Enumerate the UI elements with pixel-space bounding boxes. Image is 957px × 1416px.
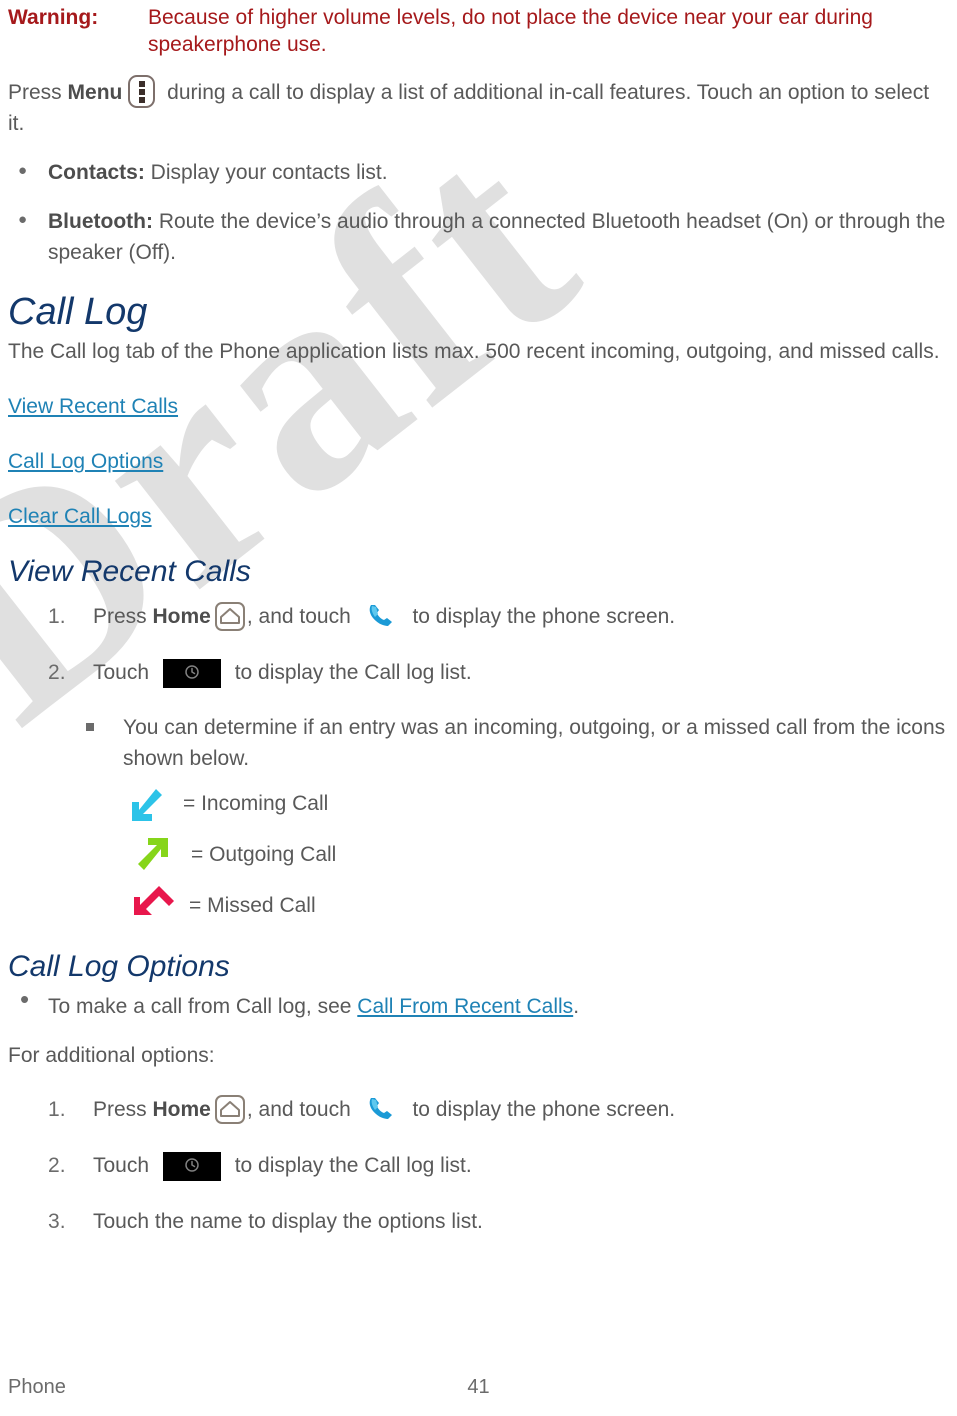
page-footer: Phone 41 <box>8 1376 949 1410</box>
list-item: Press Home , and touch to display the pho… <box>8 1093 949 1127</box>
menu-options-list: Contacts: Display your contacts list. Bl… <box>8 155 949 268</box>
list-item: Contacts: Display your contacts list. <box>8 155 949 188</box>
call-type-legend: = Incoming Call = Outgoing Call = Missed… <box>8 778 949 931</box>
missed-call-icon <box>129 885 177 927</box>
bullet-text: To make a call from Call log, see <box>48 995 358 1018</box>
step-text: , and touch <box>246 605 357 628</box>
section-heading-call-log-options: Call Log Options <box>8 950 230 983</box>
menu-keyword: Menu <box>67 81 123 104</box>
step-text: to display the Call log list. <box>228 1154 472 1177</box>
call-log-options-steps: Press Home , and touch to display the pho… <box>8 1093 949 1239</box>
call-log-intro: The Call log tab of the Phone applicatio… <box>8 340 940 363</box>
step-text: , and touch <box>246 1098 357 1121</box>
menu-option-desc: Display your contacts list. <box>144 161 388 184</box>
menu-intro-before: Press <box>8 81 68 104</box>
toc-link-row: Call Log Options <box>8 446 949 477</box>
link-call-from-recent-calls[interactable]: Call From Recent Calls <box>357 995 573 1018</box>
list-item: Touch to display the Call log list. <box>8 656 949 690</box>
step-text: to display the Call log list. <box>228 661 472 684</box>
list-item: To make a call from Call log, see Call F… <box>8 984 949 1022</box>
legend-label: = Missed Call <box>189 893 316 917</box>
call-log-clock-icon[interactable] <box>162 1152 221 1181</box>
legend-label: = Incoming Call <box>183 791 329 815</box>
toc-link-row: Clear Call Logs <box>8 501 949 532</box>
link-clear-call-logs[interactable]: Clear Call Logs <box>8 505 152 528</box>
menu-icon <box>128 75 156 108</box>
warning-block: Warning: Because of higher volume levels… <box>8 0 949 58</box>
step-text: Touch <box>93 661 155 684</box>
call-icon-note-list: You can determine if an entry was an inc… <box>8 712 949 774</box>
warning-label: Warning: <box>8 6 99 29</box>
call-log-clock-icon[interactable] <box>162 659 221 688</box>
footer-page-number: 41 <box>467 1376 490 1398</box>
step-text: Press <box>93 1098 153 1121</box>
legend-label: = Outgoing Call <box>191 842 337 866</box>
section-heading-view-recent-calls: View Recent Calls <box>8 555 251 588</box>
menu-option-desc: Route the device’s audio through a conne… <box>48 210 946 264</box>
home-keyword: Home <box>152 605 211 628</box>
list-item: = Outgoing Call <box>8 829 949 880</box>
list-item: You can determine if an entry was an inc… <box>8 712 949 774</box>
step-text: to display the phone screen. <box>406 1098 676 1121</box>
link-call-log-options[interactable]: Call Log Options <box>8 450 163 473</box>
page-title-call-log: Call Log <box>8 291 148 333</box>
link-view-recent-calls[interactable]: View Recent Calls <box>8 395 178 418</box>
bullet-text-end: . <box>573 995 580 1018</box>
step-text: Press <box>93 605 153 628</box>
view-recent-calls-steps: Press Home , and touch to display the pho… <box>8 600 949 690</box>
home-keyword: Home <box>152 1098 211 1121</box>
warning-text: Because of higher volume levels, do not … <box>148 6 873 56</box>
list-item: = Missed Call <box>8 880 949 931</box>
home-icon <box>214 602 245 631</box>
outgoing-call-icon <box>131 834 179 876</box>
phone-handset-icon <box>365 1094 399 1124</box>
call-log-options-bullets: To make a call from Call log, see Call F… <box>8 984 949 1022</box>
menu-option-term: Bluetooth: <box>48 210 153 233</box>
step-text: to display the phone screen. <box>406 605 676 628</box>
for-additional-options-text: For additional options: <box>8 1044 215 1067</box>
list-item: Bluetooth: Route the device’s audio thro… <box>8 204 949 268</box>
home-icon <box>214 1095 245 1124</box>
step-text: Touch <box>93 1154 155 1177</box>
list-item: Touch the name to display the options li… <box>48 1205 483 1239</box>
list-item: Press Home , and touch to display the pho… <box>8 600 949 634</box>
toc-link-row: View Recent Calls <box>8 391 949 422</box>
list-item: Touch to display the Call log list. <box>8 1149 949 1183</box>
incoming-call-icon <box>123 783 171 825</box>
phone-handset-icon <box>365 601 399 631</box>
menu-intro-paragraph: Press Menu during a call to display a li… <box>8 75 949 139</box>
list-item: = Incoming Call <box>8 778 949 829</box>
document-page: Warning: Because of higher volume levels… <box>0 0 957 1416</box>
menu-option-term: Contacts: <box>48 161 145 184</box>
